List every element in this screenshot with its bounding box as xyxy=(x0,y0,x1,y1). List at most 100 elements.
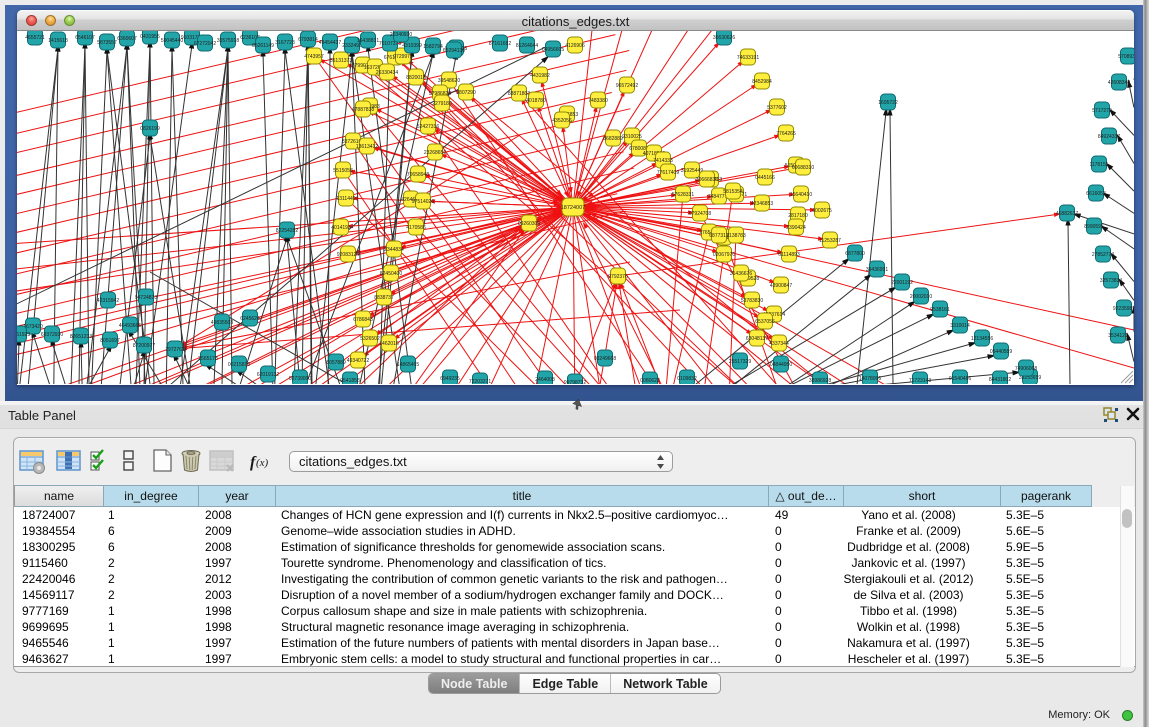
svg-text:0445166: 0445166 xyxy=(755,175,775,181)
svg-text:38986928: 38986928 xyxy=(809,378,831,384)
svg-text:8820018: 8820018 xyxy=(406,75,426,81)
svg-text:85261149: 85261149 xyxy=(252,43,274,49)
svg-text:36630626: 36630626 xyxy=(713,35,735,41)
svg-text:13613412: 13613412 xyxy=(356,144,378,150)
svg-text:7764265: 7764265 xyxy=(776,131,796,137)
svg-text:50961923: 50961923 xyxy=(17,332,30,338)
svg-text:2464008: 2464008 xyxy=(535,377,555,383)
svg-text:35575918: 35575918 xyxy=(217,38,239,44)
svg-text:5326502: 5326502 xyxy=(360,336,380,342)
svg-text:49835503: 49835503 xyxy=(211,320,233,326)
svg-text:1415618: 1415618 xyxy=(48,38,68,44)
svg-text:94724873: 94724873 xyxy=(135,295,157,301)
svg-text:49340722: 49340722 xyxy=(347,358,369,364)
svg-text:05440559: 05440559 xyxy=(990,349,1012,355)
svg-text:1582794: 1582794 xyxy=(423,44,443,50)
svg-text:49454437: 49454437 xyxy=(319,40,341,46)
svg-text:25517329: 25517329 xyxy=(729,359,751,365)
svg-text:7414333: 7414333 xyxy=(653,158,673,164)
svg-text:11253287: 11253287 xyxy=(819,238,841,244)
svg-text:74633191: 74633191 xyxy=(737,55,759,61)
svg-text:92235985: 92235985 xyxy=(1113,306,1134,312)
svg-text:20340930: 20340930 xyxy=(390,32,412,38)
svg-text:71723143: 71723143 xyxy=(909,378,931,384)
svg-text:8057889: 8057889 xyxy=(326,360,346,366)
svg-text:27852774: 27852774 xyxy=(1092,252,1114,258)
svg-text:47887838: 47887838 xyxy=(352,107,374,113)
svg-text:03249668: 03249668 xyxy=(594,356,616,362)
svg-text:3167723: 3167723 xyxy=(275,40,295,46)
svg-text:8838737: 8838737 xyxy=(374,295,394,301)
svg-text:23268656: 23268656 xyxy=(424,150,446,156)
svg-text:87161682: 87161682 xyxy=(489,41,511,47)
svg-text:72203271: 72203271 xyxy=(469,379,491,384)
svg-text:2390424: 2390424 xyxy=(786,225,806,231)
svg-text:0080623: 0080623 xyxy=(640,378,660,384)
svg-text:55131373: 55131373 xyxy=(330,58,352,64)
svg-text:81264644: 81264644 xyxy=(516,43,538,49)
svg-text:69372930: 69372930 xyxy=(41,332,63,338)
svg-text:1462016: 1462016 xyxy=(379,341,399,347)
svg-text:5873557: 5873557 xyxy=(97,40,117,46)
svg-text:57628331: 57628331 xyxy=(672,192,694,198)
svg-text:61114893: 61114893 xyxy=(778,252,800,258)
svg-text:02067970: 02067970 xyxy=(713,252,735,258)
svg-text:6877800: 6877800 xyxy=(845,251,865,257)
svg-text:65294130: 65294130 xyxy=(443,48,465,54)
svg-text:4310399: 4310399 xyxy=(402,43,422,49)
svg-text:4018780: 4018780 xyxy=(526,98,546,104)
svg-text:5815354: 5815354 xyxy=(723,189,743,195)
svg-text:20002010: 20002010 xyxy=(910,294,932,300)
svg-text:30666836: 30666836 xyxy=(696,177,718,183)
svg-text:16438831: 16438831 xyxy=(357,38,379,44)
svg-text:39436991: 39436991 xyxy=(866,267,888,273)
svg-text:09260309: 09260309 xyxy=(518,221,540,227)
svg-text:02739000: 02739000 xyxy=(289,376,311,382)
svg-text:9538161: 9538161 xyxy=(930,307,950,313)
svg-text:8452984: 8452984 xyxy=(752,79,772,85)
svg-text:4431982: 4431982 xyxy=(530,73,550,79)
svg-text:1178155: 1178155 xyxy=(1089,162,1108,168)
svg-text:9541858: 9541858 xyxy=(340,378,360,384)
svg-text:4337344: 4337344 xyxy=(769,341,789,347)
svg-text:9792376: 9792376 xyxy=(608,274,628,280)
svg-text:67272042: 67272042 xyxy=(194,41,216,47)
svg-text:6546107: 6546107 xyxy=(75,35,95,41)
svg-text:2138783: 2138783 xyxy=(726,233,746,239)
svg-text:6360607: 6360607 xyxy=(117,36,137,42)
svg-text:2344834: 2344834 xyxy=(384,247,404,253)
svg-text:62019132: 62019132 xyxy=(257,372,279,378)
svg-text:8682889: 8682889 xyxy=(603,136,623,142)
svg-text:4014193: 4014193 xyxy=(331,225,351,231)
svg-text:7972761: 7972761 xyxy=(165,347,185,353)
svg-text:84924337: 84924337 xyxy=(1098,134,1120,140)
svg-text:6537056: 6537056 xyxy=(755,319,775,325)
svg-text:6786843: 6786843 xyxy=(353,317,373,323)
svg-text:0826199: 0826199 xyxy=(140,126,160,132)
svg-text:5708931: 5708931 xyxy=(1118,54,1134,60)
svg-text:43900847: 43900847 xyxy=(770,283,792,289)
svg-text:6245624: 6245624 xyxy=(240,316,260,322)
svg-text:3534121: 3534121 xyxy=(1108,333,1128,339)
svg-text:2565178: 2565178 xyxy=(198,356,218,362)
svg-text:12134556: 12134556 xyxy=(971,336,993,342)
svg-text:2817180: 2817180 xyxy=(788,213,808,219)
svg-text:42315942: 42315942 xyxy=(97,298,119,304)
svg-text:31436676: 31436676 xyxy=(730,271,752,277)
svg-text:39548620: 39548620 xyxy=(438,78,460,84)
svg-text:6877313: 6877313 xyxy=(709,233,729,239)
svg-text:00215810: 00215810 xyxy=(228,362,250,368)
svg-text:96572492: 96572492 xyxy=(616,83,638,89)
svg-text:7483380: 7483380 xyxy=(588,98,608,104)
svg-text:6002675: 6002675 xyxy=(812,208,832,214)
svg-text:97514026: 97514026 xyxy=(412,199,434,205)
svg-text:60688310: 60688310 xyxy=(792,165,814,171)
svg-text:6616053: 6616053 xyxy=(1086,191,1106,197)
svg-text:15640410: 15640410 xyxy=(790,192,812,198)
svg-text:46882637: 46882637 xyxy=(1056,211,1078,217)
svg-text:87200977: 87200977 xyxy=(133,343,155,349)
svg-text:82254282: 82254282 xyxy=(276,228,298,234)
svg-text:2279180: 2279180 xyxy=(432,101,452,107)
svg-text:01540486: 01540486 xyxy=(949,376,971,382)
svg-text:1311440: 1311440 xyxy=(336,196,355,202)
